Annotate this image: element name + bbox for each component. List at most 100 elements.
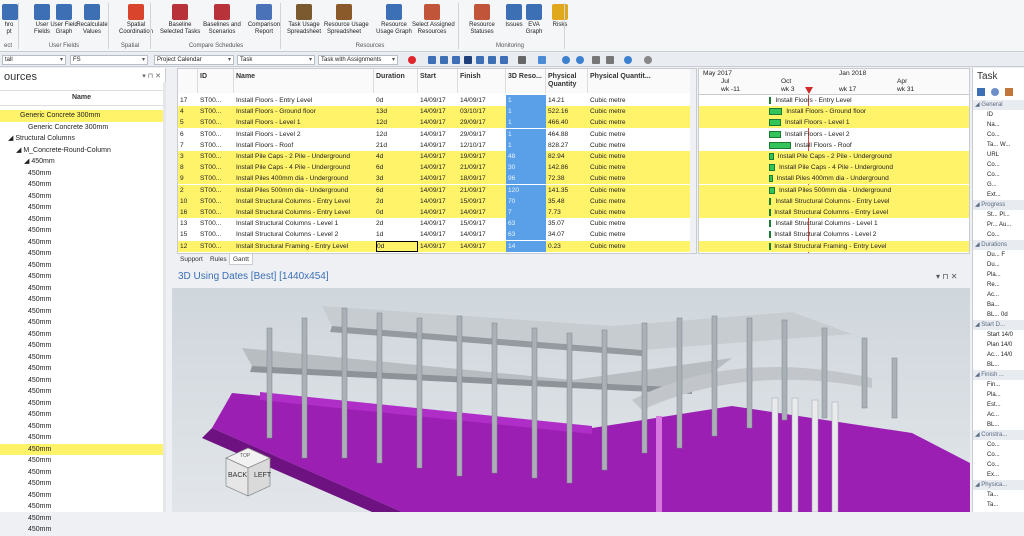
table-row[interactable]: 8 ST00... Install Pile Caps - 4 Pile - Und… [178,162,696,174]
cell-reso[interactable]: 1 [506,106,546,118]
tree-item[interactable]: 450mm [0,501,163,513]
tree-item[interactable]: 450mm [0,386,163,398]
cell-name[interactable]: Install Piles 400mm dia - Underground [236,173,374,184]
tree-item[interactable]: 450mm [0,363,163,375]
property-row[interactable]: Start 14/0 [973,330,1024,340]
table-row[interactable]: 10 ST00... Install Structural Columns - En… [178,195,696,207]
cell-name[interactable]: Install Pile Caps - 2 Pile - Underground [236,151,374,162]
tab-gantt[interactable]: Gantt [229,254,253,265]
ribbon-button[interactable]: Resource Usage Spreadsheet [324,4,369,36]
cell-unit[interactable]: Cubic metre [590,173,696,184]
column-header-name[interactable]: Name [0,90,163,106]
record-icon[interactable] [408,56,416,64]
tree-item[interactable]: 450mm [0,524,163,536]
tree-item[interactable]: 450mm [0,237,163,249]
property-row[interactable]: Plan 14/0 [973,340,1024,350]
cell-qty[interactable]: 142.86 [548,162,588,173]
table-row[interactable]: 7 ST00... Install Floors - Roof 21d 14/09/17… [178,139,696,151]
tree-item[interactable]: 450mm [0,352,163,364]
cell-unit[interactable]: Cubic metre [590,162,696,173]
tree-item[interactable]: 450mm [0,225,163,237]
cell-id[interactable]: ST00... [200,173,234,184]
property-row[interactable]: Ta... [973,500,1024,510]
cell-start[interactable]: 14/09/17 [420,218,458,229]
left-scrollbar[interactable] [163,82,166,512]
cell-reso[interactable]: 1 [506,139,546,151]
cell-id[interactable]: ST00... [200,106,234,117]
cell-reso[interactable]: 63 [506,229,546,241]
ribbon-button[interactable]: Baselines and Scenarios [202,4,242,36]
property-row[interactable]: Pr... Au... [973,220,1024,230]
cell-qty[interactable]: 466.40 [548,117,588,128]
property-row[interactable]: Ta... W... [973,140,1024,150]
tree-item[interactable]: 450mm [0,202,163,214]
tree-item[interactable]: 450mm [0,214,163,226]
cell-start[interactable]: 14/09/17 [420,151,458,162]
gantt-bar[interactable] [769,108,783,116]
cell-id[interactable]: ST00... [200,140,234,151]
gantt-bar[interactable] [769,197,772,205]
cell-dur[interactable]: 12d [376,129,418,140]
property-section[interactable]: ◢ Start D... [973,320,1024,330]
gantt-bar[interactable] [769,153,774,160]
cell-name[interactable]: Install Structural Columns - Level 2 [236,229,374,240]
property-row[interactable]: G... [973,180,1024,190]
3d-model-render[interactable] [172,288,970,512]
cell-dur[interactable]: 0d [376,240,418,252]
cell-reso[interactable]: 120 [506,184,546,196]
tree-item[interactable]: 450mm [0,443,163,455]
cell-finish[interactable]: 14/09/17 [460,241,506,252]
cell-id[interactable]: ST00... [200,162,234,173]
cell-reso[interactable]: 1 [506,128,546,140]
column-header[interactable]: Physical Quantity [546,69,588,93]
cell-qty[interactable]: 828.27 [548,140,588,151]
cell-finish[interactable]: 29/09/17 [460,129,506,140]
cell-reso[interactable]: 96 [506,173,546,185]
cell-n[interactable]: 13 [180,218,198,229]
cell-start[interactable]: 14/09/17 [420,129,458,140]
cell-qty[interactable]: 464.88 [548,129,588,140]
tree-item[interactable]: 450mm [0,490,163,502]
cell-name[interactable]: Install Floors - Level 1 [236,117,374,128]
cell-dur[interactable]: 2d [376,196,418,207]
property-section[interactable]: ◢ Progress [973,200,1024,210]
property-section[interactable]: ◢ Constra... [973,430,1024,440]
cell-dur[interactable]: 1d [376,229,418,240]
property-row[interactable]: BL... [973,360,1024,370]
unlink-icon[interactable] [606,56,614,64]
ribbon-button[interactable]: Comparison Report [244,4,284,36]
property-row[interactable]: Ta... [973,490,1024,500]
cell-id[interactable]: ST00... [200,185,234,196]
cell-start[interactable]: 14/09/17 [420,117,458,128]
ribbon-button[interactable]: Resource Usage Graph [374,4,414,36]
cell-id[interactable]: ST00... [200,117,234,128]
cell-n[interactable]: 10 [180,196,198,207]
cell-unit[interactable]: Cubic metre [590,241,696,252]
property-row[interactable]: Na... [973,120,1024,130]
cell-name[interactable]: Install Piles 500mm dia - Underground [236,185,374,196]
cell-dur[interactable]: 0d [376,95,418,106]
property-row[interactable]: BL... 0d [973,310,1024,320]
cell-name[interactable]: Install Floors - Ground floor [236,106,374,117]
tree-item[interactable]: 450mm [0,398,163,410]
cell-unit[interactable]: Cubic metre [590,129,696,140]
cell-unit[interactable]: Cubic metre [590,151,696,162]
cell-reso[interactable]: 30 [506,162,546,174]
cell-finish[interactable]: 12/10/17 [460,140,506,151]
cell-finish[interactable]: 19/09/17 [460,151,506,162]
tree-item[interactable]: 450mm [0,317,163,329]
tab-support[interactable]: Support [177,254,206,265]
ribbon-button[interactable]: hro pt [2,4,18,36]
cell-qty[interactable]: 522.16 [548,106,588,117]
cell-qty[interactable]: 72.38 [548,173,588,184]
tab-rules[interactable]: Rules [207,254,230,265]
gantt-bar[interactable] [769,97,772,104]
cell-id[interactable]: ST00... [200,229,234,240]
cell-unit[interactable]: Cubic metre [590,196,696,207]
cell-finish[interactable]: 15/09/17 [460,196,506,207]
property-row[interactable]: BL... [973,420,1024,430]
cell-n[interactable]: 16 [180,207,198,218]
property-row[interactable]: ID [973,110,1024,120]
box-icon[interactable] [1005,88,1013,96]
cell-finish[interactable]: 03/10/17 [460,106,506,117]
